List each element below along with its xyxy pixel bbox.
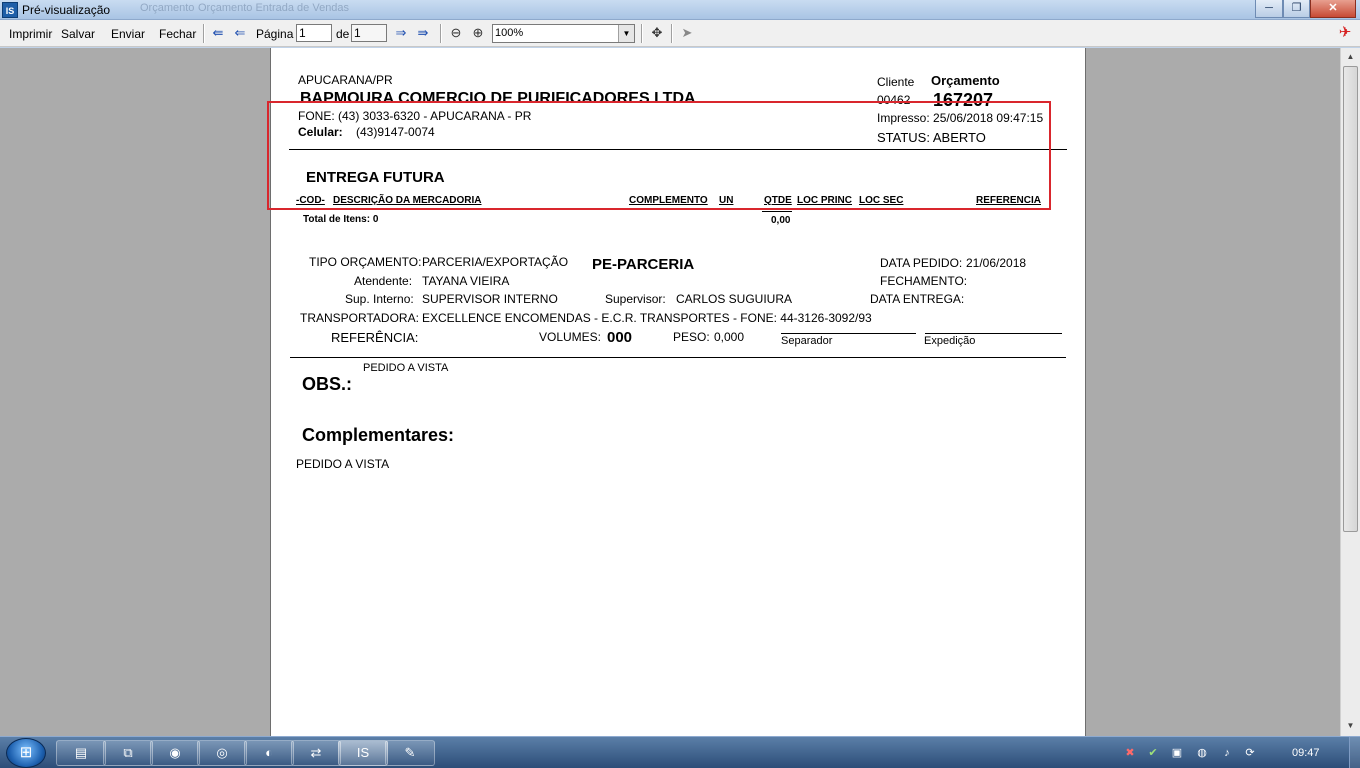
vertical-scrollbar[interactable]: ▲ ▼: [1340, 48, 1360, 736]
remote-taskbar-icon[interactable]: ◐: [244, 740, 294, 766]
pointer-icon[interactable]: ➤: [678, 25, 696, 41]
start-button[interactable]: ⊞: [6, 738, 46, 768]
total-qty: 0,00: [771, 215, 791, 226]
volumes-label: VOLUMES:: [539, 330, 602, 344]
carrier-value: EXCELLENCE ENCOMENDAS - E.C.R. TRANSPORT…: [422, 311, 872, 325]
last-page-icon[interactable]: ⇛: [414, 25, 432, 41]
is-app-taskbar-icon[interactable]: IS: [338, 740, 388, 766]
zoom-in-icon[interactable]: ⊕: [469, 25, 487, 41]
print-button[interactable]: Imprimir: [9, 27, 52, 41]
explorer-taskbar-icon[interactable]: ▤: [56, 740, 106, 766]
scroll-down-icon[interactable]: ▼: [1341, 717, 1360, 734]
delivery-date-label: DATA ENTREGA:: [870, 292, 965, 306]
title-bar: IS Pré-visualização Orçamento Orçamento …: [0, 0, 1360, 20]
background-window-title: Orçamento: [140, 2, 195, 14]
app-icon: IS: [2, 2, 18, 18]
zoom-out-icon[interactable]: ⊖: [447, 25, 465, 41]
zoom-select[interactable]: 100% ▼: [492, 24, 635, 43]
qty-total-line: [762, 211, 792, 212]
weight-label: PESO:: [673, 330, 710, 344]
complementary-label: Complementares:: [302, 425, 455, 445]
quote-label: Orçamento: [931, 73, 1000, 88]
toolbar-separator: [671, 24, 673, 43]
dispatch-signature-line: [925, 333, 1062, 334]
toolbar-separator: [203, 24, 205, 43]
complementary-text: PEDIDO A VISTA: [296, 457, 390, 471]
maximize-button[interactable]: ❐: [1283, 0, 1310, 18]
attendant-label: Atendente:: [354, 274, 413, 288]
globe-tray-icon[interactable]: ◍: [1195, 746, 1209, 760]
highlight-box: [267, 101, 1051, 210]
attendant-value: TAYANA VIEIRA: [422, 274, 510, 288]
order-date-label: DATA PEDIDO:: [880, 256, 963, 270]
first-page-icon[interactable]: ⇚: [209, 25, 227, 41]
volumes-value: 000: [607, 329, 633, 346]
pe-value: PE-PARCERIA: [592, 256, 695, 273]
divider: [290, 357, 1066, 358]
chevron-down-icon[interactable]: ▼: [618, 25, 634, 42]
of-label: de: [336, 27, 350, 41]
move-icon[interactable]: ✥: [648, 25, 666, 41]
zoom-value: 100%: [495, 27, 524, 39]
close-button[interactable]: Fechar: [159, 27, 196, 41]
network-tray-icon[interactable]: ▣: [1170, 746, 1184, 760]
toolbar: Imprimir Salvar Enviar Fechar ⇚ ⇐ Página…: [0, 20, 1360, 47]
carrier-label: TRANSPORTADORA:: [300, 311, 419, 325]
obs-note: PEDIDO A VISTA: [363, 362, 449, 374]
close-window-button[interactable]: ✕: [1310, 0, 1356, 18]
taskbar: ⊞ ▤ ⧉ ◉ ◎ ◐ ⇄ IS ✎ ✖ ✔ ▣ ◍ ♪ ⟳ 09:47: [0, 736, 1360, 768]
windows-logo-icon: ⊞: [19, 744, 33, 761]
app-logo-icon: ✈: [1338, 24, 1352, 41]
clock[interactable]: 09:47: [1292, 747, 1320, 759]
separator-label: Separador: [781, 335, 833, 347]
order-date-value: 21/06/2018: [966, 256, 1027, 270]
type-value: PARCERIA/EXPORTAÇÃO: [422, 255, 569, 269]
scroll-up-icon[interactable]: ▲: [1341, 48, 1360, 65]
page-label: Página: [256, 27, 294, 41]
toolbar-separator: [440, 24, 442, 43]
internal-supervisor-label: Sup. Interno:: [345, 292, 414, 306]
teamviewer-taskbar-icon[interactable]: ⇄: [291, 740, 341, 766]
internal-supervisor-value: SUPERVISOR INTERNO: [422, 292, 558, 306]
city: APUCARANA/PR: [298, 73, 393, 87]
chrome-taskbar-icon[interactable]: ◉: [150, 740, 200, 766]
send-button[interactable]: Enviar: [111, 27, 145, 41]
separator-signature-line: [781, 333, 916, 334]
minimize-button[interactable]: ─: [1255, 0, 1283, 18]
total-pages-field: 1: [351, 24, 387, 42]
show-desktop-button[interactable]: [1349, 737, 1360, 768]
window-title: Pré-visualização: [22, 3, 111, 17]
client-label: Cliente: [877, 75, 915, 89]
dispatch-label: Expedição: [924, 335, 976, 347]
weight-value: 0,000: [714, 330, 745, 344]
reference-label: REFERÊNCIA:: [331, 330, 419, 345]
scroll-thumb[interactable]: [1343, 66, 1358, 532]
paint-taskbar-icon[interactable]: ✎: [385, 740, 435, 766]
sync-tray-icon[interactable]: ✔: [1146, 746, 1160, 760]
toolbar-separator: [641, 24, 643, 43]
app-taskbar-icon[interactable]: ◎: [197, 740, 247, 766]
next-page-icon[interactable]: ⇒: [392, 25, 410, 41]
supervisor-value: CARLOS SUGUIURA: [676, 292, 793, 306]
closing-label: FECHAMENTO:: [880, 274, 968, 288]
total-items: Total de Itens: 0: [303, 214, 379, 225]
antivirus-tray-icon[interactable]: ✖: [1123, 746, 1137, 760]
prev-page-icon[interactable]: ⇐: [231, 25, 249, 41]
type-label: TIPO ORÇAMENTO:: [309, 255, 422, 269]
update-tray-icon[interactable]: ⟳: [1243, 746, 1257, 760]
supervisor-label: Supervisor:: [605, 292, 666, 306]
save-button[interactable]: Salvar: [61, 27, 95, 41]
page-input[interactable]: 1: [296, 24, 332, 42]
network-taskbar-icon[interactable]: ⧉: [103, 740, 153, 766]
volume-tray-icon[interactable]: ♪: [1220, 746, 1234, 760]
obs-label: OBS.:: [302, 374, 353, 394]
background-window-title-2: Orçamento Entrada de Vendas: [198, 2, 350, 14]
